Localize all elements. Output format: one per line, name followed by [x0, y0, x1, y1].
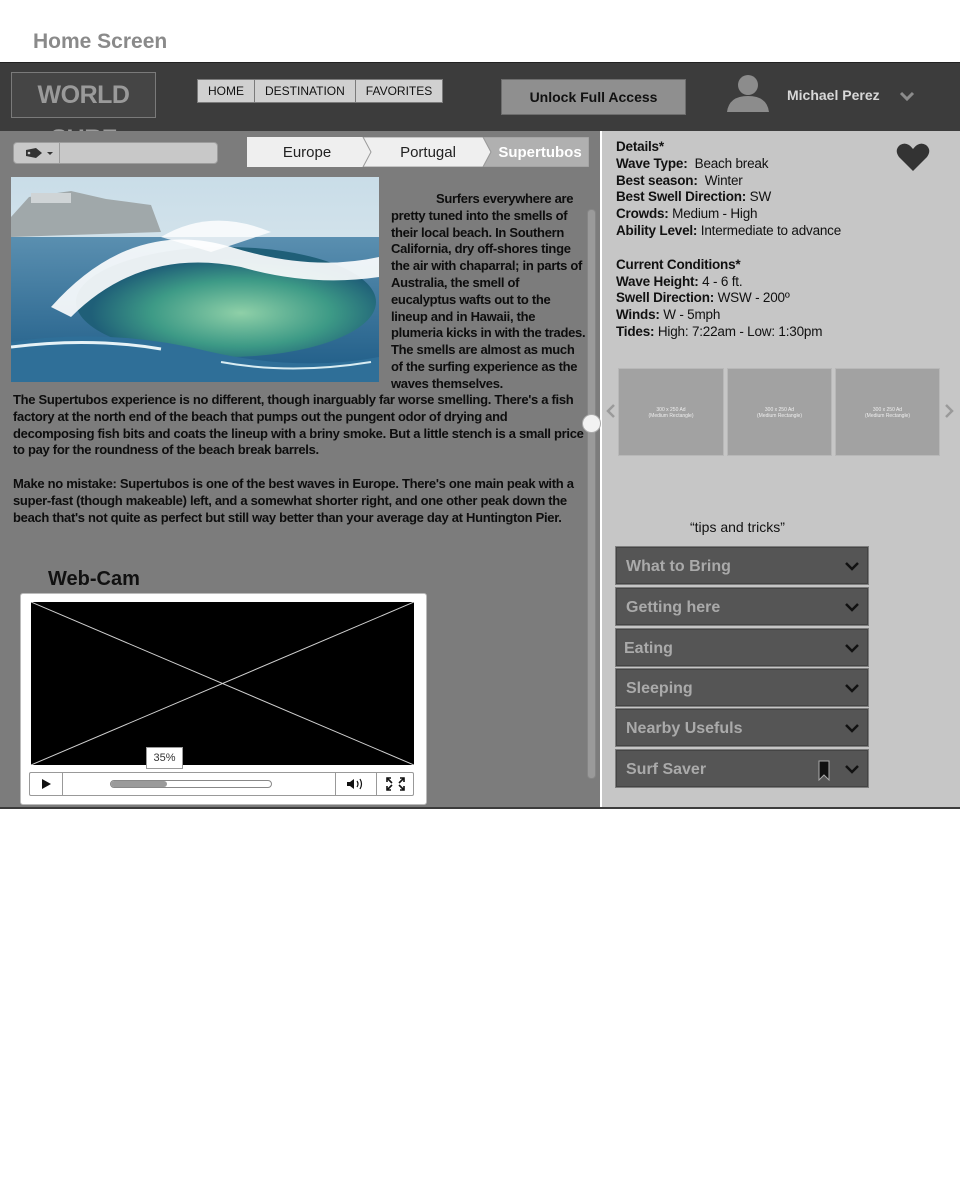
page-bottom-border — [0, 807, 960, 809]
condition-row: Winds: W - 5mph — [616, 307, 926, 324]
breadcrumb-europe[interactable]: Europe — [247, 137, 367, 167]
chevron-down-icon[interactable] — [844, 722, 860, 734]
condition-value: W - 5mph — [663, 307, 721, 323]
breadcrumb-portugal[interactable]: Portugal — [369, 137, 487, 167]
condition-value: 4 - 6 ft. — [702, 273, 743, 289]
video-placeholder[interactable] — [31, 602, 414, 765]
detail-label: Best Swell Direction: — [616, 189, 747, 205]
tag-icon[interactable] — [14, 143, 60, 163]
accordion-getting-here[interactable]: Getting here — [615, 587, 869, 626]
ad-thumbnail[interactable]: 300 x 250 Ad (Medium Rectangle) — [727, 368, 832, 456]
accordion-nearby-usefuls[interactable]: Nearby Usefuls — [615, 708, 869, 747]
detail-label: Best season: — [616, 172, 698, 188]
user-name[interactable]: Michael Perez — [787, 87, 880, 103]
accordion-label: Nearby Usefuls — [626, 720, 743, 737]
chevron-down-icon[interactable] — [899, 90, 915, 102]
detail-row: Ability Level: Intermediate to advance — [616, 223, 926, 240]
webcam-title: Web-Cam — [48, 568, 140, 590]
accordion-label: Surf Saver — [626, 761, 707, 778]
ad-carousel: 300 x 250 Ad (Medium Rectangle) 300 x 250… — [606, 367, 956, 457]
accordion-eating[interactable]: Eating — [615, 628, 869, 667]
accordion-label: Eating — [624, 640, 673, 657]
detail-value: SW — [749, 189, 772, 205]
tips-label: “tips and tricks” — [690, 519, 785, 535]
unlock-full-access-button[interactable]: Unlock Full Access — [501, 79, 686, 115]
detail-row: Best season: Winter — [616, 173, 926, 190]
scrollbar-thumb[interactable] — [582, 414, 601, 433]
play-icon[interactable] — [30, 773, 63, 795]
fullscreen-icon[interactable] — [376, 773, 414, 795]
scrollbar-track[interactable] — [587, 209, 596, 779]
condition-row: Wave Height: 4 - 6 ft. — [616, 274, 926, 291]
nav-destination[interactable]: DESTINATION — [255, 80, 356, 102]
condition-label: Winds: — [616, 307, 660, 323]
chevron-down-icon[interactable] — [844, 682, 860, 694]
article-intro: Surfers everywhere are pretty tuned into… — [391, 191, 586, 391]
accordion-what-to-bring[interactable]: What to Bring — [615, 546, 869, 585]
nav-home[interactable]: HOME — [198, 80, 255, 102]
accordion-label: What to Bring — [626, 558, 731, 575]
chevron-left-icon[interactable] — [606, 403, 616, 419]
progress-bar[interactable] — [110, 780, 272, 788]
accordion-label: Getting here — [626, 599, 721, 616]
condition-value: WSW - 200º — [717, 290, 790, 306]
condition-row: Swell Direction: WSW - 200º — [616, 290, 926, 307]
ad-thumbnail[interactable]: 300 x 250 Ad (Medium Rectangle) — [835, 368, 940, 456]
main-nav: HOME DESTINATION FAVORITES — [197, 79, 444, 103]
detail-label: Crowds: — [616, 206, 669, 222]
progress-tooltip: 35% — [146, 747, 183, 769]
ad-name: (Medium Rectangle) — [648, 413, 694, 419]
article-body: The Supertubos experience is no differen… — [13, 392, 591, 544]
ad-thumbnail[interactable]: 300 x 250 Ad (Medium Rectangle) — [618, 368, 724, 456]
tag-search-input[interactable] — [13, 142, 218, 164]
ad-name: (Medium Rectangle) — [864, 413, 911, 419]
condition-row: Tides: High: 7:22am - Low: 1:30pm — [616, 324, 926, 341]
condition-label: Swell Direction: — [616, 290, 715, 306]
nav-favorites[interactable]: FAVORITES — [355, 80, 443, 102]
heart-icon[interactable] — [896, 142, 930, 172]
article-paragraph: The Supertubos experience is no differen… — [13, 392, 584, 458]
detail-row: Crowds: Medium - High — [616, 206, 926, 223]
details-panel: Details* Wave Type: Beach break Best sea… — [602, 131, 960, 807]
condition-label: Tides: — [616, 323, 655, 339]
video-controls — [29, 772, 414, 796]
article-paragraph: Make no mistake: Supertubos is one of th… — [13, 476, 574, 525]
wave-photo — [11, 177, 379, 382]
chevron-down-icon[interactable] — [844, 763, 860, 775]
progress-fill — [111, 781, 167, 787]
detail-label: Wave Type: — [616, 155, 688, 171]
spot-details: Details* Wave Type: Beach break Best sea… — [616, 139, 926, 341]
detail-row: Best Swell Direction: SW — [616, 189, 926, 206]
accordion-label: Sleeping — [626, 680, 693, 697]
volume-icon[interactable] — [335, 773, 376, 795]
chevron-down-icon[interactable] — [844, 642, 860, 654]
page-title: Home Screen — [33, 30, 168, 53]
detail-value: Beach break — [694, 155, 769, 171]
detail-value: Winter — [704, 172, 743, 188]
bookmark-icon[interactable] — [818, 760, 830, 781]
detail-label: Ability Level: — [616, 222, 698, 238]
details-heading: Details* — [616, 139, 664, 154]
webcam-player: 35% — [20, 593, 427, 805]
condition-value: High: 7:22am - Low: 1:30pm — [657, 323, 823, 339]
condition-label: Wave Height: — [616, 273, 699, 289]
detail-row: Wave Type: Beach break — [616, 156, 926, 173]
ad-name: (Medium Rectangle) — [756, 413, 803, 419]
conditions-heading: Current Conditions* — [616, 256, 741, 272]
detail-value: Medium - High — [672, 206, 758, 222]
chevron-right-icon[interactable] — [944, 403, 954, 419]
breadcrumb-supertubos: Supertubos — [498, 144, 582, 161]
chevron-down-icon[interactable] — [844, 601, 860, 613]
logo[interactable]: WORLD SURF — [11, 72, 156, 153]
accordion-surf-saver[interactable]: Surf Saver — [615, 749, 869, 788]
accordion-sleeping[interactable]: Sleeping — [615, 668, 869, 707]
detail-value: Intermediate to advance — [700, 222, 842, 238]
content-panel: Europe Portugal Supertubos Surfers every… — [0, 131, 601, 807]
chevron-down-icon[interactable] — [844, 560, 860, 572]
top-bar: WORLD SURF HOME DESTINATION FAVORITES Un… — [0, 62, 960, 153]
user-avatar-icon[interactable] — [725, 72, 771, 112]
